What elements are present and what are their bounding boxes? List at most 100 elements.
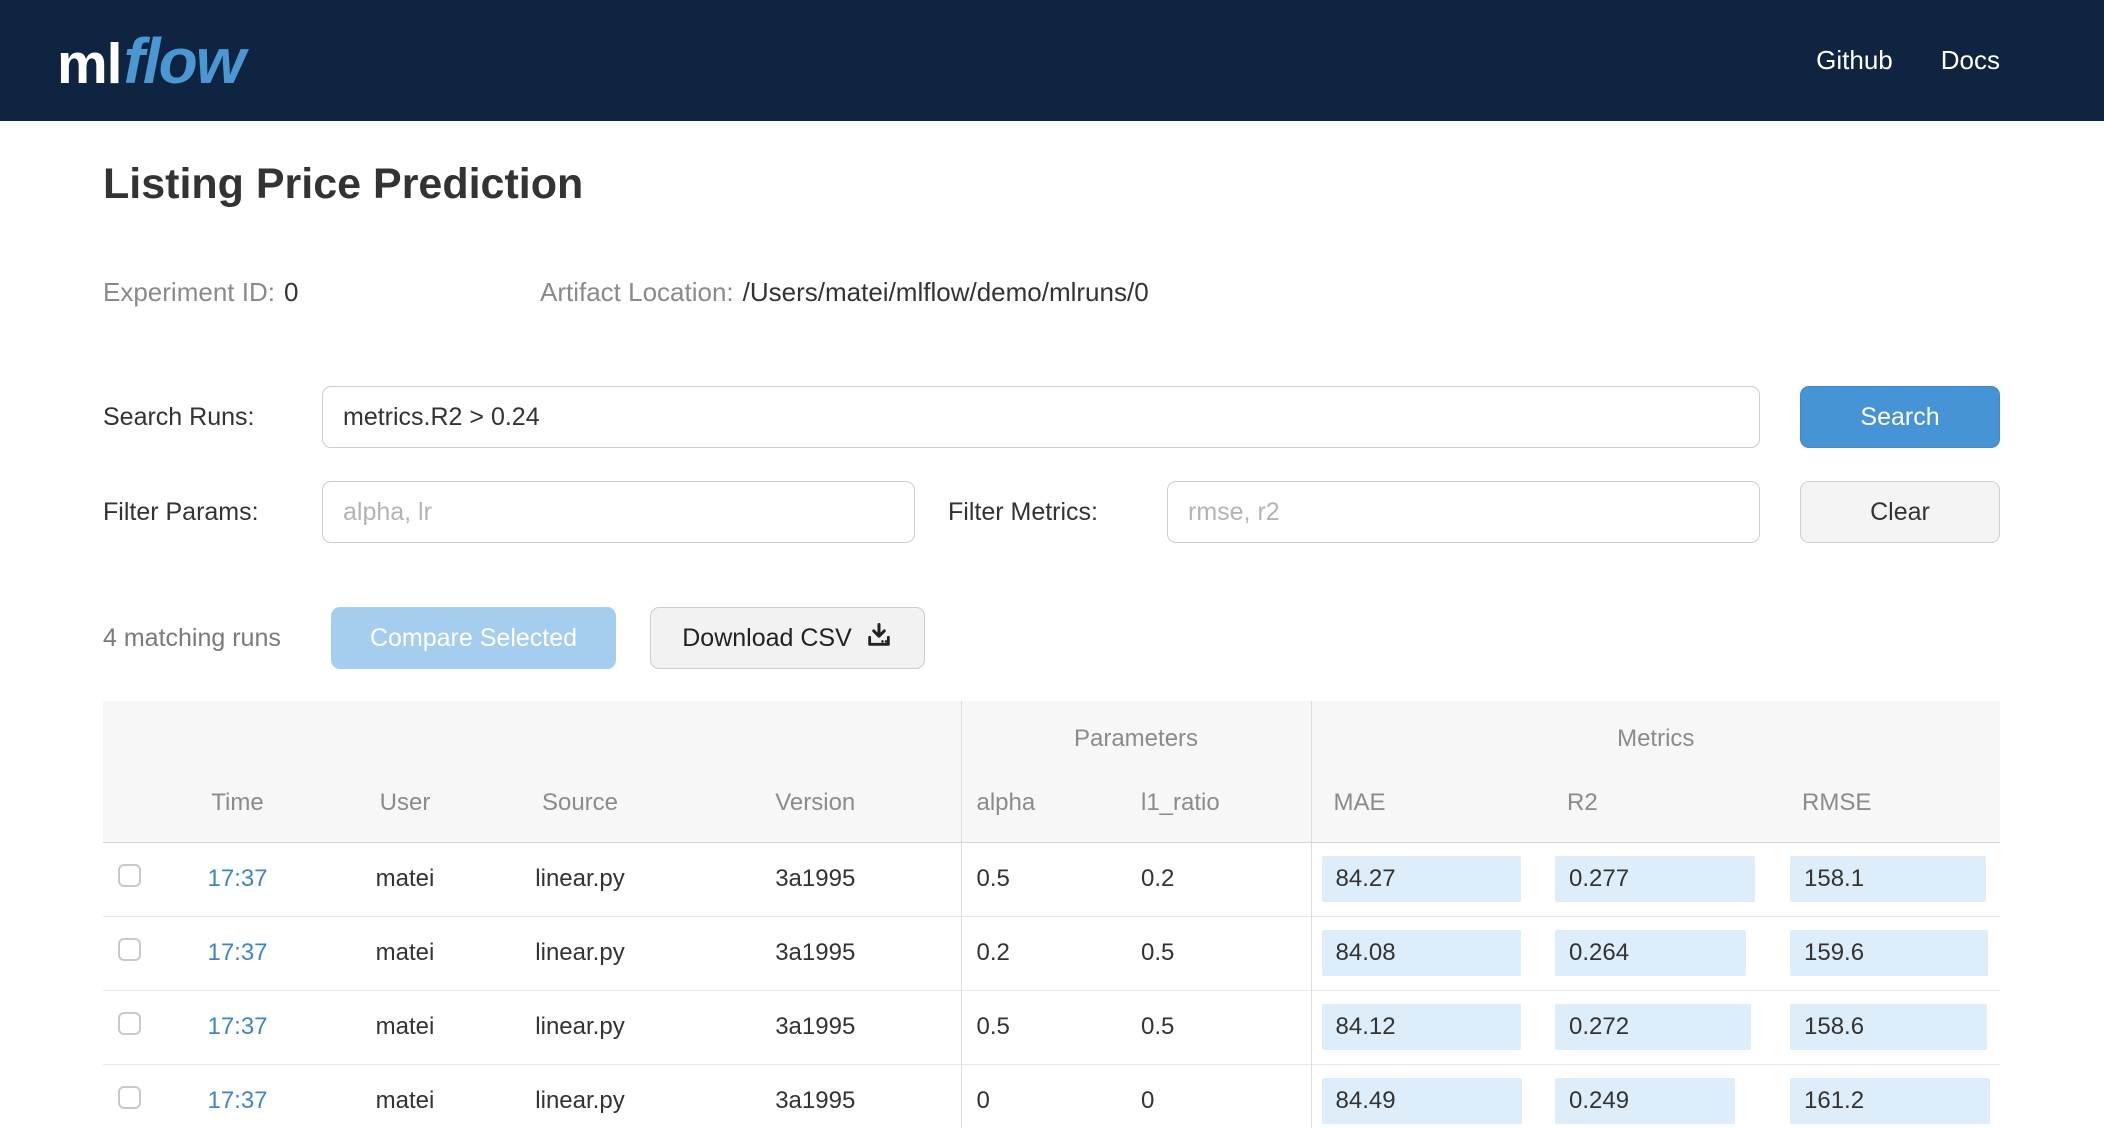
experiment-id-value: 0 xyxy=(283,277,299,307)
run-checkbox[interactable] xyxy=(117,938,141,961)
run-checkbox-cell xyxy=(103,842,155,916)
matching-runs-text: 4 matching runs xyxy=(103,623,281,652)
filter-params-label: Filter Params: xyxy=(103,497,259,526)
run-source-cell: linear.py xyxy=(490,1063,670,1128)
run-user-cell: matei xyxy=(320,915,490,990)
table-row: 17:37 matei linear.py 3a1995 0.5 0.5 84.12 0.27… xyxy=(103,989,2001,1064)
run-metric-rmse-cell: 158.1 xyxy=(1780,842,2000,916)
run-alpha-cell: 0.5 xyxy=(961,989,1100,1064)
filter-params-input[interactable] xyxy=(322,481,915,543)
run-checkbox-cell xyxy=(103,989,155,1064)
navbar: ml flow Github Docs xyxy=(0,0,2104,121)
filter-row: Filter Params: Filter Metrics: Clear xyxy=(103,481,2000,543)
run-l1-ratio-cell: 0 xyxy=(1100,1063,1312,1128)
search-runs-input[interactable] xyxy=(322,386,1760,448)
run-checkbox[interactable] xyxy=(117,1086,141,1110)
run-time-cell: 17:37 xyxy=(155,989,320,1064)
search-row: Search Runs: Search xyxy=(103,386,2000,448)
metric-value-r2: 0.264 xyxy=(1555,930,1747,976)
group-header-metrics: Metrics xyxy=(1311,701,2001,777)
run-version-cell: 3a1995 xyxy=(670,1063,962,1128)
run-source-cell: linear.py xyxy=(490,915,670,990)
logo-ml-text: ml xyxy=(57,31,123,96)
run-checkbox-cell xyxy=(103,1063,155,1128)
mlflow-logo[interactable]: ml flow xyxy=(57,29,245,96)
download-csv-button[interactable]: Download CSV xyxy=(650,607,925,669)
run-version-cell: 3a1995 xyxy=(670,989,962,1064)
metric-value-mae: 84.49 xyxy=(1321,1078,1522,1125)
run-metric-mae-cell: 84.12 xyxy=(1311,989,1546,1064)
download-icon xyxy=(865,621,893,656)
filter-metrics-label: Filter Metrics: xyxy=(948,497,1098,526)
table-row: 17:37 matei linear.py 3a1995 0.5 0.2 84.27 0.27… xyxy=(103,842,2000,916)
runs-tbody: 17:37 matei linear.py 3a1995 0.5 0.2 84.27 0.27… xyxy=(103,842,2001,1128)
column-header-row: Time User Source Version alpha l1_ratio … xyxy=(103,777,2001,843)
run-source-cell: linear.py xyxy=(535,865,625,892)
run-source-cell: linear.py xyxy=(490,989,670,1064)
column-header-l1-ratio: l1_ratio xyxy=(1100,777,1312,843)
nav-link-docs[interactable]: Docs xyxy=(1941,45,2000,76)
download-csv-label: Download CSV xyxy=(682,623,852,652)
column-header-mae: MAE xyxy=(1311,777,1546,843)
search-runs-label: Search Runs: xyxy=(103,402,255,431)
column-header-rmse: RMSE xyxy=(1780,777,2001,843)
nav-link-github[interactable]: Github xyxy=(1816,45,1893,76)
metric-value-r2: 0.277 xyxy=(1555,856,1756,902)
actions-row: 4 matching runs Compare Selected Downloa… xyxy=(103,607,2000,669)
artifact-location-value: /Users/matei/mlflow/demo/mlruns/0 xyxy=(742,277,1149,307)
run-metric-rmse-cell: 158.6 xyxy=(1780,989,2001,1064)
metric-value-r2: 0.272 xyxy=(1555,1004,1752,1050)
run-metric-r2-cell: 0.264 xyxy=(1545,915,1781,990)
run-alpha-cell: 0 xyxy=(961,1063,1100,1128)
group-header-parameters: Parameters xyxy=(961,701,1312,777)
metric-value-mae: 84.12 xyxy=(1321,1004,1521,1050)
run-user-cell: matei xyxy=(320,989,490,1064)
run-metric-mae-cell: 84.49 xyxy=(1311,1063,1546,1128)
clear-button[interactable]: Clear xyxy=(1800,481,2000,543)
run-metric-rmse-cell: 161.2 xyxy=(1780,1063,2001,1128)
runs-table-head: Parameters Metrics Time User Source Vers… xyxy=(103,701,2001,843)
column-header-source: Source xyxy=(490,777,670,843)
run-time-link[interactable]: 17:37 xyxy=(207,865,267,892)
run-checkbox[interactable] xyxy=(117,864,141,887)
run-metric-r2-cell: 0.272 xyxy=(1545,989,1781,1064)
experiment-meta-row: Experiment ID: 0 Artifact Location: /Users… xyxy=(103,277,2000,308)
search-button[interactable]: Search xyxy=(1800,386,2000,448)
main-content: Listing Price Prediction Experiment ID: 0… xyxy=(103,159,2001,1128)
metric-value-r2: 0.249 xyxy=(1555,1078,1736,1125)
metric-value-rmse: 158.6 xyxy=(1790,1004,1988,1050)
metric-value-rmse: 161.2 xyxy=(1790,1078,1991,1125)
group-header-empty xyxy=(103,701,962,777)
run-metric-rmse-cell: 159.6 xyxy=(1780,915,2001,990)
experiment-id-pair: Experiment ID: 0 xyxy=(103,277,540,308)
run-time-cell: 17:37 xyxy=(155,915,320,990)
run-time-link[interactable]: 17:37 xyxy=(207,939,267,966)
column-header-checkbox xyxy=(103,777,155,843)
run-metric-r2-cell: 0.249 xyxy=(1545,1063,1781,1128)
run-l1-ratio-cell: 0.5 xyxy=(1100,989,1312,1064)
table-row: 17:37 matei linear.py 3a1995 0 0 84.49 0.249 161… xyxy=(103,1063,2001,1128)
run-user-cell: matei xyxy=(320,1063,490,1128)
run-time-link[interactable]: 17:37 xyxy=(207,1087,267,1114)
run-metric-mae-cell: 84.27 xyxy=(1311,842,1545,916)
experiment-id-label: Experiment ID: xyxy=(103,277,275,307)
run-metric-mae-cell: 84.08 xyxy=(1311,915,1546,990)
run-checkbox-cell xyxy=(103,915,155,990)
column-header-version: Version xyxy=(670,777,962,843)
compare-selected-button[interactable]: Compare Selected xyxy=(331,607,616,669)
run-l1-ratio-cell: 0.2 xyxy=(1100,842,1312,916)
artifact-location-pair: Artifact Location: /Users/matei/mlflow/de… xyxy=(540,277,1149,308)
run-version-cell: 3a1995 xyxy=(670,915,962,990)
metric-value-rmse: 158.1 xyxy=(1790,856,1987,902)
nav-links: Github Docs xyxy=(1816,45,2000,76)
filter-metrics-input[interactable] xyxy=(1167,481,1760,543)
run-l1-ratio-cell: 0.5 xyxy=(1100,915,1312,990)
artifact-location-label: Artifact Location: xyxy=(540,277,734,307)
column-header-time: Time xyxy=(155,777,320,843)
column-header-r2: R2 xyxy=(1545,777,1781,843)
run-time-link[interactable]: 17:37 xyxy=(207,1013,267,1040)
group-header-row: Parameters Metrics xyxy=(103,701,2001,777)
metric-value-mae: 84.27 xyxy=(1321,856,1521,902)
run-alpha-cell: 0.5 xyxy=(976,865,1010,892)
run-checkbox[interactable] xyxy=(117,1012,141,1035)
